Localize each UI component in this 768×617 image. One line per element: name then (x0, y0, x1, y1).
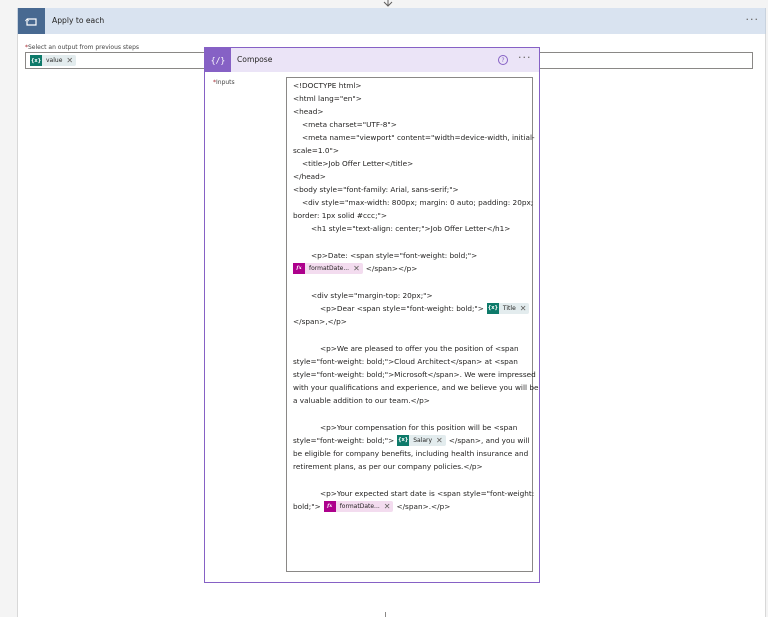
variable-icon: {x} (397, 435, 410, 446)
help-icon[interactable]: ? (498, 55, 508, 65)
code-line: <p>Date: <span style="font-weight: bold;… (311, 251, 478, 260)
connector-line (385, 612, 386, 617)
code-line: fx formatDate... ✕ </span></p> (293, 263, 417, 274)
code-line: <body style="font-family: Arial, sans-se… (293, 185, 459, 194)
compose-header[interactable]: {∕} Compose ? ··· (205, 47, 539, 72)
variable-icon: {x} (486, 303, 499, 314)
code-line: border: 1px solid #ccc;"> (293, 211, 388, 220)
code-line: a valuable addition to our team.</p> (293, 396, 430, 405)
remove-token-icon[interactable]: ✕ (384, 501, 394, 512)
code-line: style="font-weight: bold;">Microsoft</sp… (293, 370, 536, 379)
code-line: <h1 style="text-align: center;">Job Offe… (311, 224, 511, 233)
remove-token-icon[interactable]: ✕ (436, 435, 446, 446)
select-output-label: *Select an output from previous steps (25, 44, 140, 51)
code-line: <p>We are pleased to offer you the posit… (320, 344, 519, 353)
formatdate-token[interactable]: fx formatDate... ✕ (293, 263, 363, 274)
connector-arrow-icon (383, 0, 393, 7)
apply-to-each-header[interactable]: Apply to each ··· (17, 8, 766, 34)
code-line: <meta name="viewport" content="width=dev… (302, 133, 535, 142)
more-options-icon[interactable]: ··· (746, 13, 760, 26)
apply-to-each-title: Apply to each (52, 16, 105, 25)
remove-token-icon[interactable]: ✕ (520, 303, 530, 314)
code-line: <p>Your compensation for this position w… (320, 423, 518, 432)
inputs-label: *Inputs (213, 79, 235, 86)
compose-icon: {∕} (205, 48, 231, 72)
code-line: <head> (293, 107, 324, 116)
function-icon: fx (323, 501, 336, 512)
code-line: style="font-weight: bold;">Cloud Archite… (293, 357, 518, 366)
more-options-icon[interactable]: ··· (518, 51, 532, 64)
code-line: with your qualifications and experience,… (293, 383, 539, 392)
code-line: retirement plans, as per our company pol… (293, 462, 483, 471)
code-line: scale=1.0"> (293, 146, 339, 155)
title-token[interactable]: {x} Title ✕ (486, 303, 530, 314)
remove-token-icon[interactable]: ✕ (66, 56, 76, 65)
code-line: <!DOCTYPE html> (293, 81, 362, 90)
code-line: <meta charset="UTF-8"> (302, 120, 397, 129)
code-line: <html lang="en"> (293, 94, 362, 103)
remove-token-icon[interactable]: ✕ (353, 263, 363, 274)
formatdate-token[interactable]: fx formatDate... ✕ (323, 501, 394, 512)
code-line: <p>Dear <span style="font-weight: bold;"… (320, 303, 532, 314)
code-line: </head> (293, 172, 326, 181)
code-line: </span>,</p> (293, 317, 347, 326)
variable-icon: {x} (30, 55, 42, 66)
value-token[interactable]: {x} value ✕ (30, 55, 77, 66)
code-line: be eligible for company benefits, includ… (293, 449, 529, 458)
code-line: <div style="margin-top: 20px;"> (311, 291, 433, 300)
loop-icon (18, 8, 45, 34)
salary-token[interactable]: {x} Salary ✕ (397, 435, 446, 446)
code-line: <p>Your expected start date is <span sty… (320, 489, 535, 498)
code-line: <div style="max-width: 800px; margin: 0 … (302, 198, 534, 207)
code-line: style="font-weight: bold;"> {x} Salary ✕… (293, 435, 530, 446)
inputs-editor[interactable]: <!DOCTYPE html> <html lang="en"> <head> … (286, 77, 538, 572)
compose-title: Compose (237, 55, 273, 64)
code-line: <title>Job Offer Letter</title> (302, 159, 414, 168)
compose-action-card: {∕} Compose ? ··· *Inputs <!DOCTYPE html… (204, 47, 540, 583)
function-icon: fx (293, 263, 305, 274)
code-line: bold;"> fx formatDate... ✕ </span>.</p> (293, 501, 451, 512)
